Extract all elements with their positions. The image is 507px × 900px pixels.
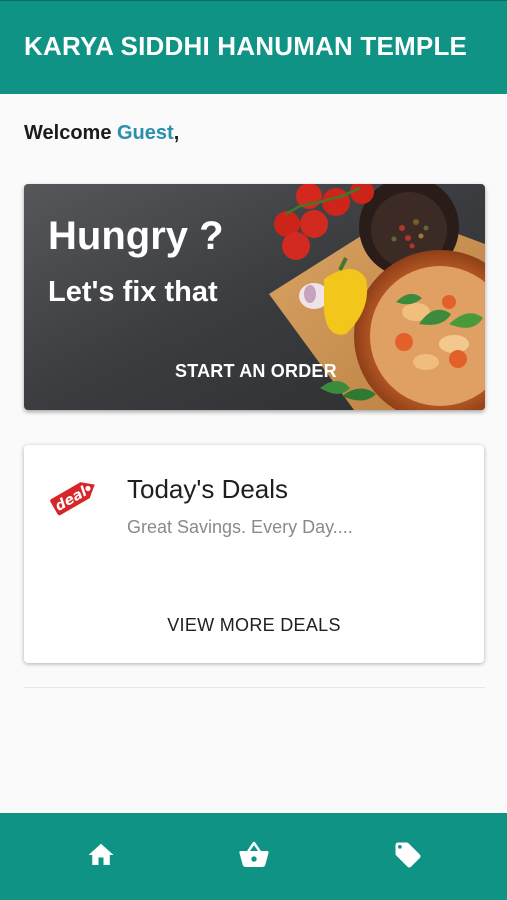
deals-title: Today's Deals (127, 474, 289, 504)
nav-basket-button[interactable] (234, 835, 274, 875)
hero-subtitle: Let's fix that (48, 276, 218, 308)
basket-icon (239, 841, 269, 867)
welcome-message: Welcome Guest, (24, 122, 179, 145)
welcome-prefix: Welcome (24, 122, 117, 144)
welcome-suffix: , (173, 122, 180, 144)
tag-icon (395, 842, 421, 868)
home-icon (88, 843, 114, 865)
nav-deals-button[interactable] (388, 835, 428, 875)
start-order-banner[interactable]: Hungry ? Let's fix that START AN ORDER (24, 184, 485, 410)
deal-tag-icon: deal (48, 480, 97, 518)
start-order-button[interactable]: START AN ORDER (175, 361, 337, 382)
deals-subtitle: Great Savings. Every Day.... (127, 517, 353, 537)
nav-home-button[interactable] (81, 835, 121, 875)
todays-deals-card: deal Today's Deals Great Savings. Every … (24, 445, 484, 663)
hero-title: Hungry ? (48, 214, 224, 258)
view-more-deals-button[interactable]: VIEW MORE DEALS (24, 615, 484, 636)
app-title: KARYA SIDDHI HANUMAN TEMPLE (24, 31, 468, 61)
content-divider (24, 687, 485, 688)
app-bar: KARYA SIDDHI HANUMAN TEMPLE (0, 0, 507, 94)
user-name: Guest (117, 122, 174, 144)
bottom-nav (0, 813, 507, 900)
